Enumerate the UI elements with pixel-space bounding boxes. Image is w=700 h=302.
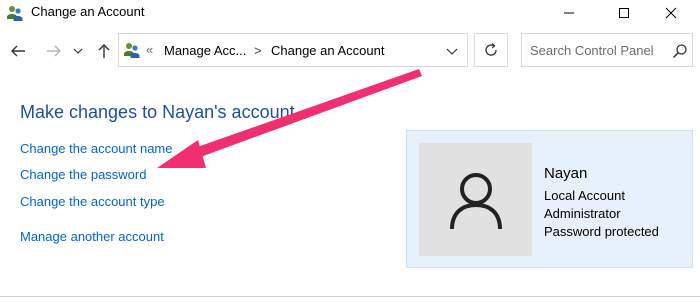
- recent-locations-button[interactable]: [68, 40, 88, 62]
- maximize-button[interactable]: [601, 0, 647, 26]
- breadcrumb-item[interactable]: Manage Acc...: [164, 43, 246, 58]
- breadcrumb-overflow[interactable]: «: [146, 42, 153, 57]
- close-button[interactable]: [648, 0, 694, 26]
- breadcrumb-item[interactable]: Change an Account: [271, 43, 384, 58]
- change-account-type-link[interactable]: Change the account type: [20, 194, 165, 209]
- minimize-button[interactable]: [546, 0, 592, 26]
- manage-another-account-link[interactable]: Manage another account: [20, 229, 164, 244]
- arrow-right-icon: [47, 45, 61, 57]
- account-type: Local Account: [544, 188, 625, 203]
- back-button[interactable]: [8, 40, 28, 62]
- change-password-link[interactable]: Change the password: [20, 167, 146, 182]
- avatar: [419, 143, 532, 256]
- arrow-left-icon: [11, 45, 25, 57]
- title-bar: Change an Account: [0, 0, 700, 26]
- user-accounts-icon: [123, 41, 141, 59]
- window-bottom-border: [0, 296, 700, 297]
- search-placeholder: Search Control Panel: [530, 43, 654, 58]
- search-input[interactable]: Search Control Panel: [521, 33, 693, 67]
- up-button[interactable]: [94, 40, 114, 62]
- refresh-icon: [485, 43, 497, 56]
- account-protection: Password protected: [544, 224, 659, 239]
- change-account-name-link[interactable]: Change the account name: [20, 141, 173, 156]
- account-role: Administrator: [544, 206, 621, 221]
- maximize-icon: [619, 8, 629, 18]
- chevron-down-icon: [446, 48, 458, 55]
- forward-button[interactable]: [44, 40, 64, 62]
- arrow-up-icon: [98, 44, 110, 58]
- account-name: Nayan: [544, 165, 588, 182]
- address-dropdown-button[interactable]: [445, 44, 459, 58]
- address-bar[interactable]: « Manage Acc... > Change an Account: [118, 33, 468, 67]
- account-card: Nayan Local Account Administrator Passwo…: [406, 130, 693, 268]
- search-icon: [672, 43, 688, 59]
- close-icon: [665, 7, 677, 19]
- refresh-button[interactable]: [474, 33, 508, 67]
- minimize-icon: [564, 12, 574, 14]
- window-title: Change an Account: [31, 4, 145, 19]
- page-title: Make changes to Nayan's account: [20, 102, 295, 122]
- chevron-down-icon: [73, 48, 83, 54]
- breadcrumb-separator[interactable]: >: [254, 43, 262, 58]
- user-accounts-icon: [6, 4, 24, 22]
- user-avatar-icon: [449, 172, 502, 229]
